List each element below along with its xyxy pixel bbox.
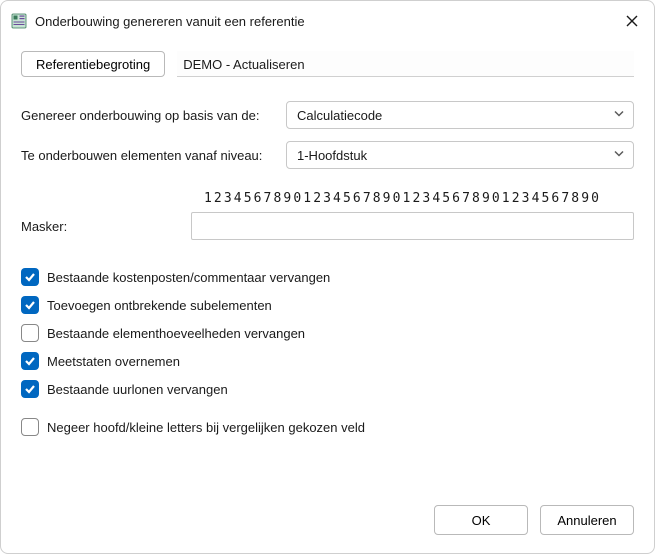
dialog-footer: OK Annuleren: [1, 491, 654, 553]
level-select-value: 1-Hoofdstuk: [297, 148, 367, 163]
level-label: Te onderbouwen elementen vanaf niveau:: [21, 148, 286, 163]
checkbox-replace-wages-box[interactable]: [21, 380, 39, 398]
check-icon: [24, 383, 36, 395]
check-icon: [24, 355, 36, 367]
checkbox-list: Bestaande kostenposten/commentaar vervan…: [21, 268, 634, 436]
mask-row: Masker:: [21, 212, 634, 240]
checkbox-replace-costs-label: Bestaande kostenposten/commentaar vervan…: [47, 270, 330, 285]
mask-ruler: 1234567890123456789012345678901234567890: [204, 191, 634, 206]
close-icon: [626, 15, 638, 27]
checkbox-take-measurements-box[interactable]: [21, 352, 39, 370]
checkbox-add-subelements-box[interactable]: [21, 296, 39, 314]
ok-button[interactable]: OK: [434, 505, 528, 535]
check-icon: [24, 271, 36, 283]
level-row: Te onderbouwen elementen vanaf niveau: 1…: [21, 141, 634, 169]
basis-row: Genereer onderbouwing op basis van de: C…: [21, 101, 634, 129]
reference-budget-button[interactable]: Referentiebegroting: [21, 51, 165, 77]
check-icon: [24, 299, 36, 311]
checkbox-ignore-case: Negeer hoofd/kleine letters bij vergelij…: [21, 418, 634, 436]
basis-label: Genereer onderbouwing op basis van de:: [21, 108, 286, 123]
checkbox-replace-wages-label: Bestaande uurlonen vervangen: [47, 382, 228, 397]
checkbox-replace-costs-box[interactable]: [21, 268, 39, 286]
cancel-button[interactable]: Annuleren: [540, 505, 634, 535]
dialog-content: Referentiebegroting DEMO - Actualiseren …: [1, 41, 654, 491]
close-button[interactable]: [624, 13, 640, 29]
chevron-down-icon: [613, 148, 625, 163]
checkbox-replace-quantities-box[interactable]: [21, 324, 39, 342]
checkbox-add-subelements-label: Toevoegen ontbrekende subelementen: [47, 298, 272, 313]
checkbox-take-measurements: Meetstaten overnemen: [21, 352, 634, 370]
mask-label: Masker:: [21, 219, 191, 234]
checkbox-replace-quantities-label: Bestaande elementhoeveelheden vervangen: [47, 326, 305, 341]
app-icon: [11, 13, 27, 29]
checkbox-ignore-case-box[interactable]: [21, 418, 39, 436]
basis-select[interactable]: Calculatiecode: [286, 101, 634, 129]
checkbox-replace-quantities: Bestaande elementhoeveelheden vervangen: [21, 324, 634, 342]
titlebar: Onderbouwing genereren vanuit een refere…: [1, 1, 654, 41]
checkbox-replace-wages: Bestaande uurlonen vervangen: [21, 380, 634, 398]
window-title: Onderbouwing genereren vanuit een refere…: [35, 14, 624, 29]
checkbox-take-measurements-label: Meetstaten overnemen: [47, 354, 180, 369]
level-select[interactable]: 1-Hoofdstuk: [286, 141, 634, 169]
dialog-window: Onderbouwing genereren vanuit een refere…: [0, 0, 655, 554]
mask-input[interactable]: [191, 212, 634, 240]
checkbox-ignore-case-label: Negeer hoofd/kleine letters bij vergelij…: [47, 420, 365, 435]
basis-select-value: Calculatiecode: [297, 108, 382, 123]
chevron-down-icon: [613, 108, 625, 123]
checkbox-replace-costs: Bestaande kostenposten/commentaar vervan…: [21, 268, 634, 286]
reference-row: Referentiebegroting DEMO - Actualiseren: [21, 51, 634, 77]
checkbox-add-subelements: Toevoegen ontbrekende subelementen: [21, 296, 634, 314]
reference-value-field[interactable]: DEMO - Actualiseren: [177, 51, 634, 77]
mask-block: 1234567890123456789012345678901234567890…: [21, 191, 634, 240]
